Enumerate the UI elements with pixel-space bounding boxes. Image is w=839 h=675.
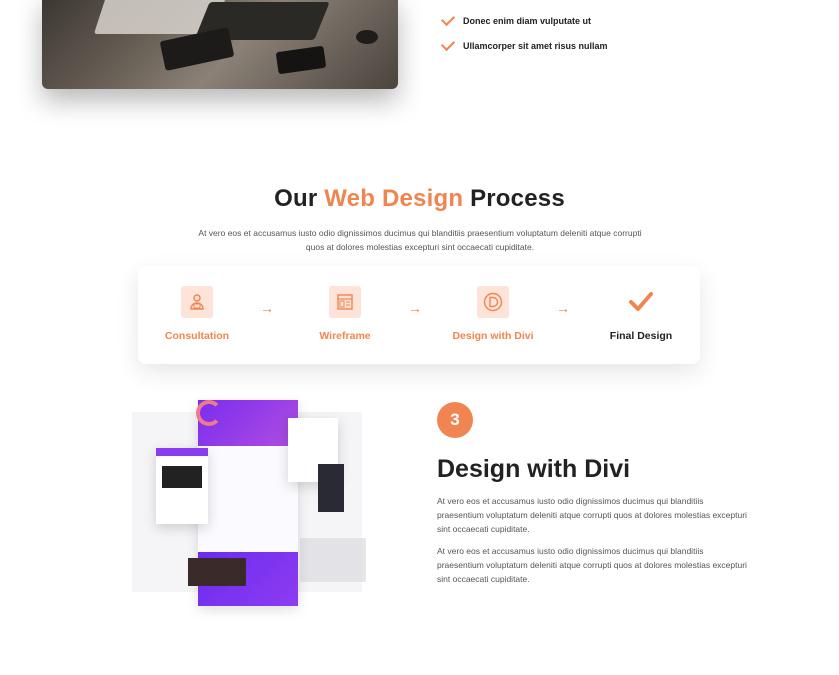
detail-title: Design with Divi bbox=[437, 455, 631, 483]
consultation-icon bbox=[181, 286, 213, 318]
checkmark-icon bbox=[625, 286, 657, 318]
wireframe-icon bbox=[329, 286, 361, 318]
detail-paragraph: At vero eos et accusamus iusto odio dign… bbox=[437, 496, 747, 534]
step-design-with-divi[interactable]: Design with Divi bbox=[438, 286, 548, 342]
checklist-item-label: Donec enim diam vulputate ut bbox=[463, 15, 592, 26]
checklist-item: Donec enim diam vulputate ut bbox=[440, 8, 608, 33]
check-icon bbox=[440, 11, 456, 27]
detail-paragraph: At vero eos et accusamus iusto odio dign… bbox=[437, 546, 747, 584]
step-number-badge: 3 bbox=[437, 402, 473, 438]
step-label: Wireframe bbox=[319, 330, 371, 342]
section-description: At vero eos et accusamus iusto odio dign… bbox=[198, 228, 642, 252]
divi-builder-illustration bbox=[132, 398, 368, 608]
illustration-menu bbox=[318, 464, 344, 512]
step-final-design[interactable]: Final Design bbox=[586, 286, 696, 342]
title-accent: Web Design bbox=[324, 185, 464, 212]
arrow-right-icon: → bbox=[408, 300, 422, 316]
step-consultation[interactable]: Consultation bbox=[142, 286, 252, 342]
feature-checklist: Donec enim diam vulputate ut Ullamcorper… bbox=[440, 8, 608, 58]
panel-preview bbox=[162, 466, 202, 488]
phone-image bbox=[275, 45, 327, 75]
title-part: Our bbox=[274, 185, 318, 212]
arrow-right-icon: → bbox=[556, 300, 570, 316]
step-label: Final Design bbox=[609, 330, 673, 342]
panel-header bbox=[156, 448, 208, 456]
step-label: Design with Divi bbox=[452, 330, 534, 342]
illustration-photo bbox=[188, 558, 246, 586]
title-part: Process bbox=[470, 185, 565, 212]
mouse-image bbox=[356, 30, 378, 44]
illustration-settings-panel bbox=[156, 448, 208, 524]
arrow-right-icon: → bbox=[260, 300, 274, 316]
checklist-item-label: Ullamcorper sit amet risus nullam bbox=[463, 40, 608, 51]
illustration-panel bbox=[300, 538, 366, 582]
checklist-item: Ullamcorper sit amet risus nullam bbox=[440, 33, 608, 58]
process-card: Consultation → Wireframe → Design with D… bbox=[138, 266, 700, 364]
step-wireframe[interactable]: Wireframe bbox=[290, 286, 400, 342]
workspace-photo bbox=[42, 0, 398, 89]
check-icon bbox=[440, 36, 456, 52]
section-title: Our Web Design Process bbox=[0, 185, 839, 213]
decorative-ring bbox=[196, 400, 222, 426]
divi-logo-icon bbox=[477, 286, 509, 318]
step-label: Consultation bbox=[164, 330, 230, 342]
